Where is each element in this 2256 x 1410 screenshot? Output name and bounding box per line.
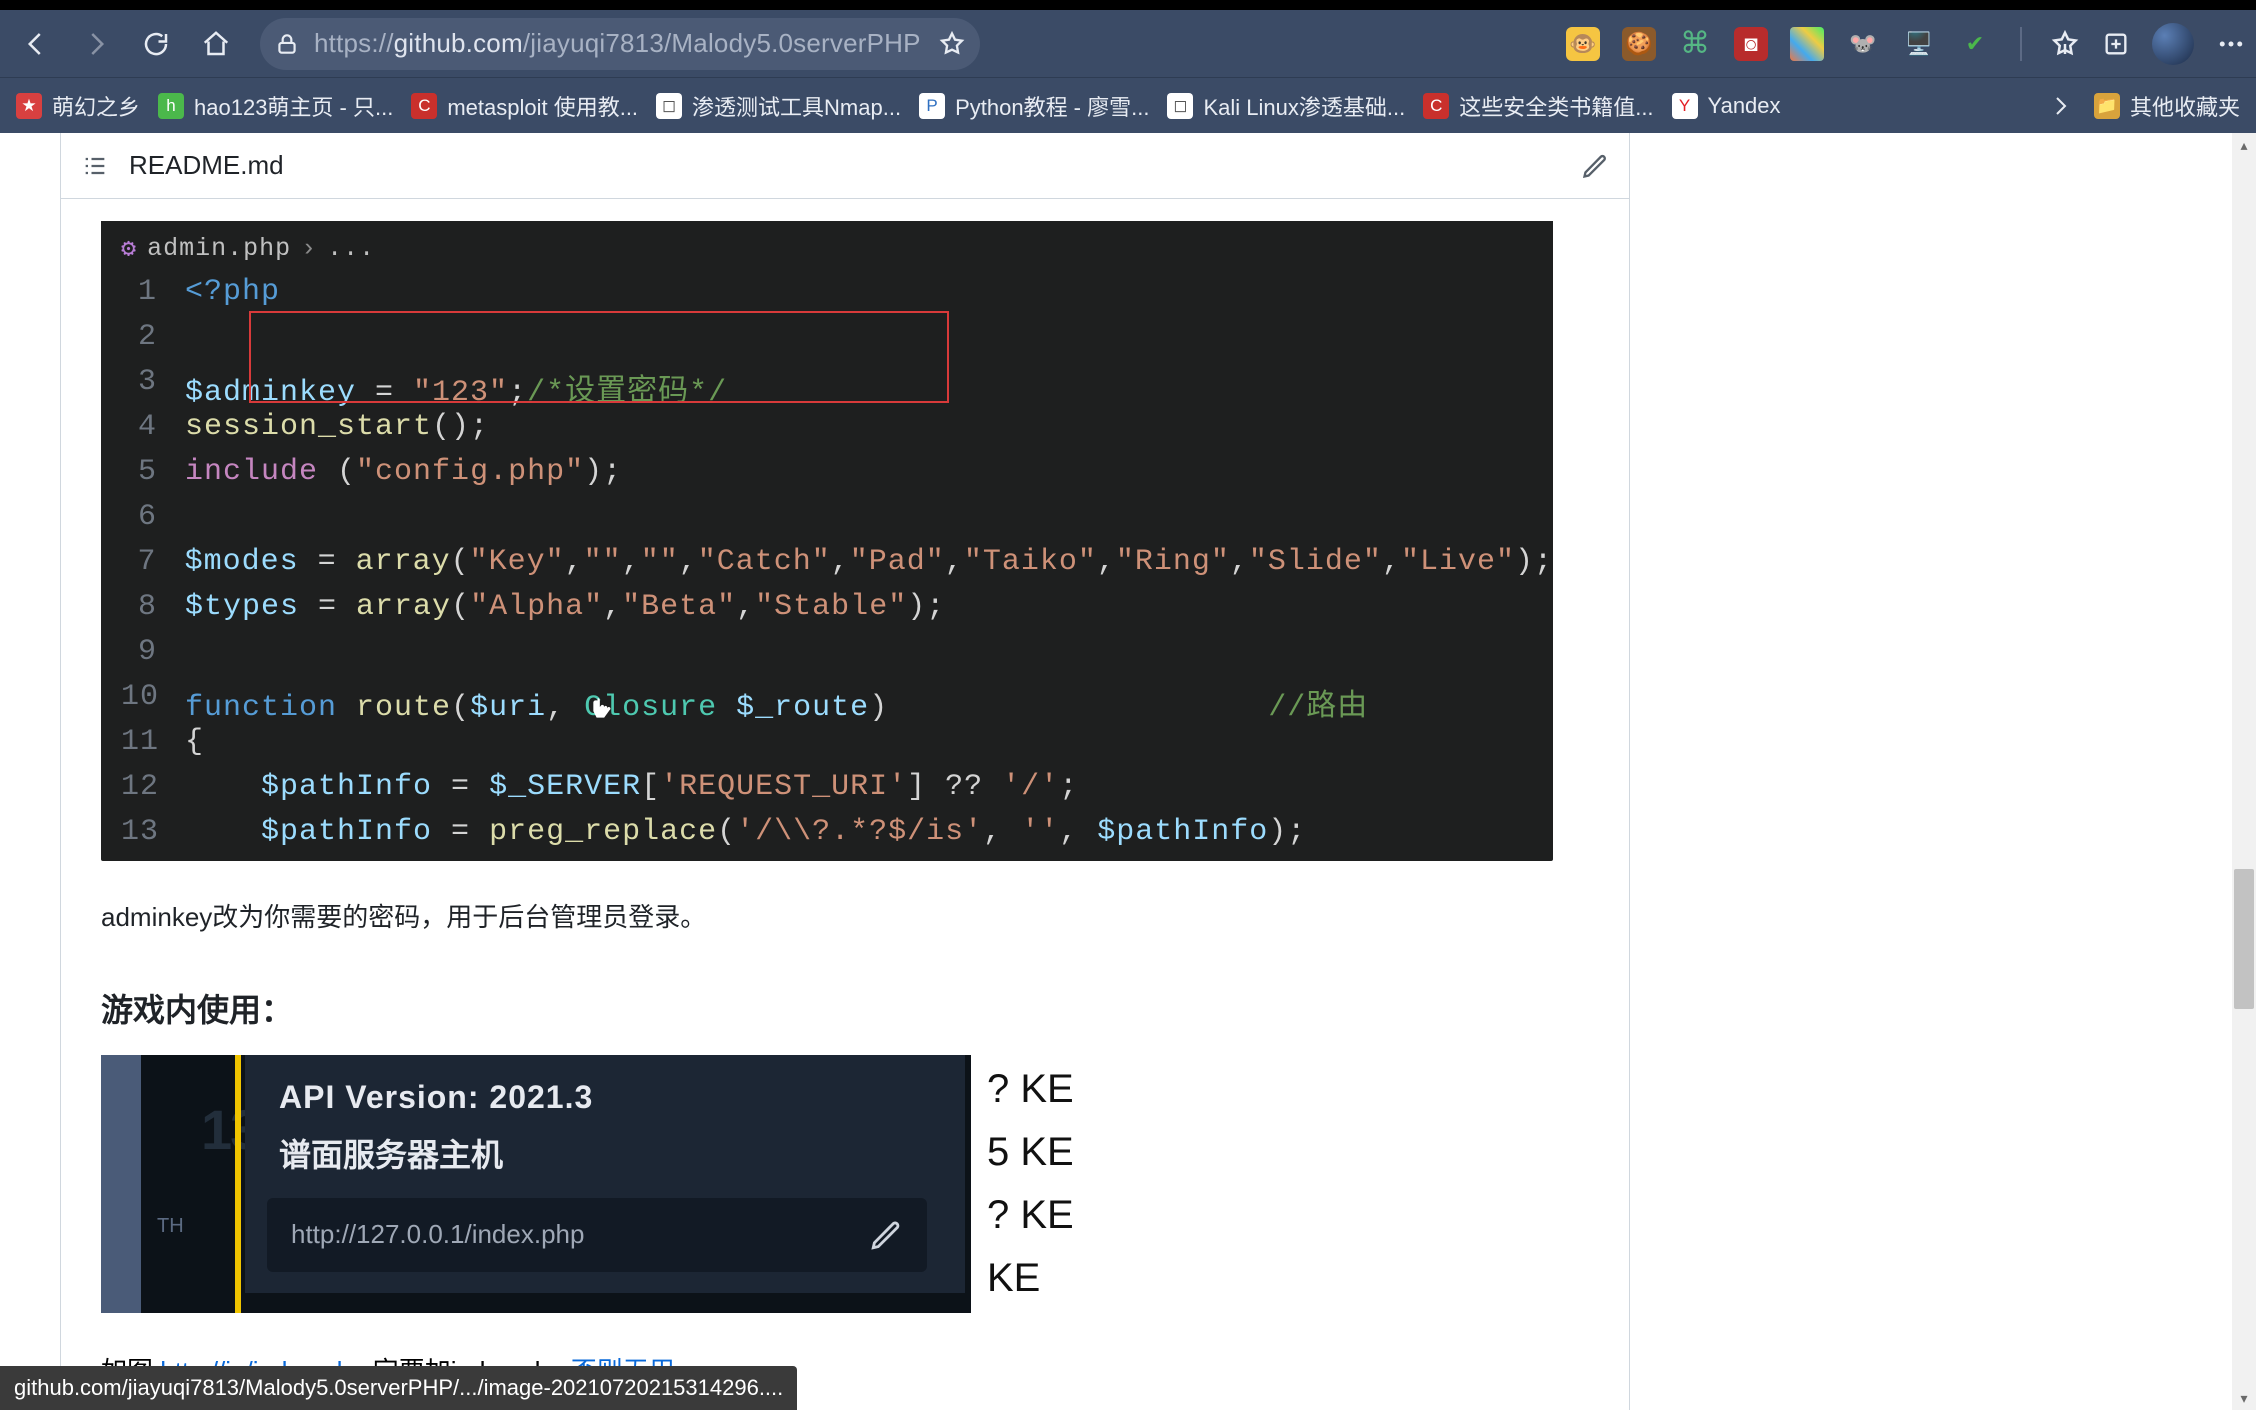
- address-bar[interactable]: https://github.com/jiayuqi7813/Malody5.0…: [260, 18, 980, 70]
- bookmark-item[interactable]: ★萌幻之乡: [16, 90, 140, 122]
- bookmark-item[interactable]: Cmetasploit 使用教...: [411, 90, 638, 122]
- server-host-label: 谱面服务器主机: [279, 1130, 965, 1176]
- edit-icon[interactable]: [1581, 152, 1609, 180]
- code-line: 2: [121, 320, 1553, 365]
- readme-filename: README.md: [129, 150, 284, 181]
- ext-icon-3[interactable]: ⌘: [1678, 27, 1712, 61]
- scroll-down-icon[interactable]: ▾: [2232, 1386, 2256, 1410]
- ke-label: ? KE: [987, 1067, 1081, 1112]
- readme-header: README.md: [61, 133, 1629, 199]
- ke-label: KE: [987, 1256, 1081, 1301]
- config-screenshot[interactable]: 13 TH API Version: 2021.3 谱面服务器主机 http:/…: [101, 1055, 971, 1313]
- url-text: https://github.com/jiayuqi7813/Malody5.0…: [314, 28, 921, 59]
- ext-icon-1[interactable]: 🐵: [1566, 27, 1600, 61]
- bookmarks-bar: ★萌幻之乡 hhao123萌主页 - 只... Cmetasploit 使用教...…: [0, 77, 2256, 133]
- bookmarks-overflow-chevron[interactable]: [2048, 94, 2072, 118]
- code-line: 11{: [121, 725, 1553, 770]
- menu-icon[interactable]: [2216, 29, 2246, 59]
- ke-label: ? KE: [987, 1193, 1081, 1238]
- code-line: 5include ("config.php");: [121, 455, 1553, 500]
- ext-icon-5[interactable]: [1790, 27, 1824, 61]
- extensions-icon[interactable]: [2102, 30, 2130, 58]
- scroll-up-icon[interactable]: ▴: [2232, 133, 2256, 157]
- readme-card: README.md ⚙ admin.php › ... 1<?php23$adm…: [60, 133, 1630, 1410]
- divider: [2020, 27, 2022, 61]
- bookmark-item[interactable]: ◻Kali Linux渗透基础...: [1167, 90, 1405, 122]
- bookmark-item[interactable]: ◻渗透测试工具Nmap...: [656, 90, 901, 122]
- vertical-scrollbar[interactable]: ▴ ▾: [2232, 133, 2256, 1410]
- collections-icon[interactable]: [2050, 29, 2080, 59]
- ext-icon-7[interactable]: 🖥️: [1902, 27, 1936, 61]
- favorite-icon[interactable]: [938, 30, 966, 58]
- home-button[interactable]: [190, 18, 242, 70]
- php-file-icon: ⚙: [121, 233, 137, 264]
- paragraph-adminkey: adminkey改为你需要的密码，用于后台管理员登录。: [101, 897, 1589, 939]
- lock-icon: [274, 31, 300, 57]
- breadcrumb-file: admin.php: [147, 234, 291, 263]
- profile-avatar[interactable]: [2152, 23, 2194, 65]
- code-line: 4session_start();: [121, 410, 1553, 455]
- code-line: 9: [121, 635, 1553, 680]
- code-line: 13 $pathInfo = preg_replace('/\\?.*?$/is…: [121, 815, 1553, 860]
- bookmark-item[interactable]: C这些安全类书籍值...: [1423, 90, 1653, 122]
- ext-icon-6[interactable]: 🐭: [1846, 27, 1880, 61]
- code-line: 7$modes = array("Key","","","Catch","Pad…: [121, 545, 1553, 590]
- ke-label: 5 KE: [987, 1130, 1081, 1175]
- bookmark-item[interactable]: hhao123萌主页 - 只...: [158, 90, 393, 122]
- list-icon[interactable]: [81, 152, 109, 180]
- code-screenshot[interactable]: ⚙ admin.php › ... 1<?php23$adminkey = "1…: [101, 221, 1553, 861]
- pencil-icon: [869, 1218, 903, 1252]
- scroll-thumb[interactable]: [2234, 869, 2254, 1009]
- api-version: API Version: 2021.3: [279, 1079, 965, 1116]
- bookmark-item[interactable]: YYandex: [1672, 93, 1781, 119]
- bookmark-item[interactable]: PPython教程 - 廖雪...: [919, 90, 1149, 122]
- code-line: 6: [121, 500, 1553, 545]
- code-line: 8$types = array("Alpha","Beta","Stable")…: [121, 590, 1553, 635]
- code-line: 1<?php: [121, 275, 1553, 320]
- code-line: 10function route($uri, Closure $_route) …: [121, 680, 1553, 725]
- forward-button[interactable]: [70, 18, 122, 70]
- ext-icon-2[interactable]: 🍪: [1622, 27, 1656, 61]
- ext-icon-8[interactable]: ✔: [1958, 27, 1992, 61]
- back-button[interactable]: [10, 18, 62, 70]
- other-bookmarks[interactable]: 📁其他收藏夹: [2094, 90, 2240, 122]
- code-line: 12 $pathInfo = $_SERVER['REQUEST_URI'] ?…: [121, 770, 1553, 815]
- server-url-input: http://127.0.0.1/index.php: [267, 1198, 927, 1272]
- status-bar: github.com/jiayuqi7813/Malody5.0serverPH…: [0, 1366, 797, 1410]
- reload-button[interactable]: [130, 18, 182, 70]
- code-line: 3$adminkey = "123";/*设置密码*/: [121, 365, 1553, 410]
- heading-ingame: 游戏内使用：: [101, 985, 1589, 1031]
- ext-icon-4[interactable]: ◙: [1734, 27, 1768, 61]
